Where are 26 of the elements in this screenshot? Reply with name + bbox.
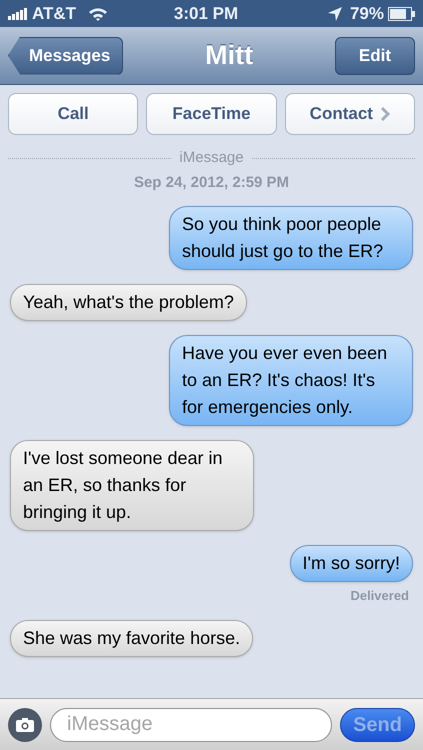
contact-action-button[interactable]: FaceTime	[146, 93, 277, 135]
back-button[interactable]: Messages	[8, 36, 124, 74]
contact-action-button[interactable]: Call	[8, 93, 138, 135]
chevron-right-icon	[380, 107, 390, 121]
message-bubble: She was my favorite horse.	[10, 620, 254, 656]
message-input-field[interactable]: iMessage	[50, 708, 332, 742]
signal-icon	[8, 8, 28, 20]
camera-icon	[16, 718, 34, 732]
wifi-icon	[88, 6, 108, 20]
location-arrow-icon	[328, 6, 342, 20]
timestamp: Sep 24, 2012, 2:59 PM	[132, 172, 290, 192]
contact-action-button[interactable]: Contact	[284, 93, 415, 135]
clock-label: 3:01 PM	[172, 2, 240, 25]
message-bubble: Have you ever even been to an ER? It's chaos! It's for emergencies only.	[169, 335, 413, 426]
carrier-label: AT&T	[32, 2, 76, 25]
message-bubble: Yeah, what's the problem?	[10, 284, 247, 321]
conversation-title: Mitt	[205, 39, 254, 72]
message-bubble: So you think poor people should just go to the ER?	[169, 206, 413, 270]
message-bubble: I've lost someone dear in an ER, so thanks for bringing it up.	[10, 440, 254, 531]
delivery-status: Delivered	[350, 587, 409, 605]
service-label: iMessage	[178, 148, 245, 168]
battery-percent: 79%	[350, 2, 384, 25]
message-bubble: I'm so sorry!	[290, 545, 413, 582]
camera-button[interactable]	[8, 708, 42, 742]
edit-button[interactable]: Edit	[334, 36, 415, 74]
battery-icon	[388, 6, 415, 20]
